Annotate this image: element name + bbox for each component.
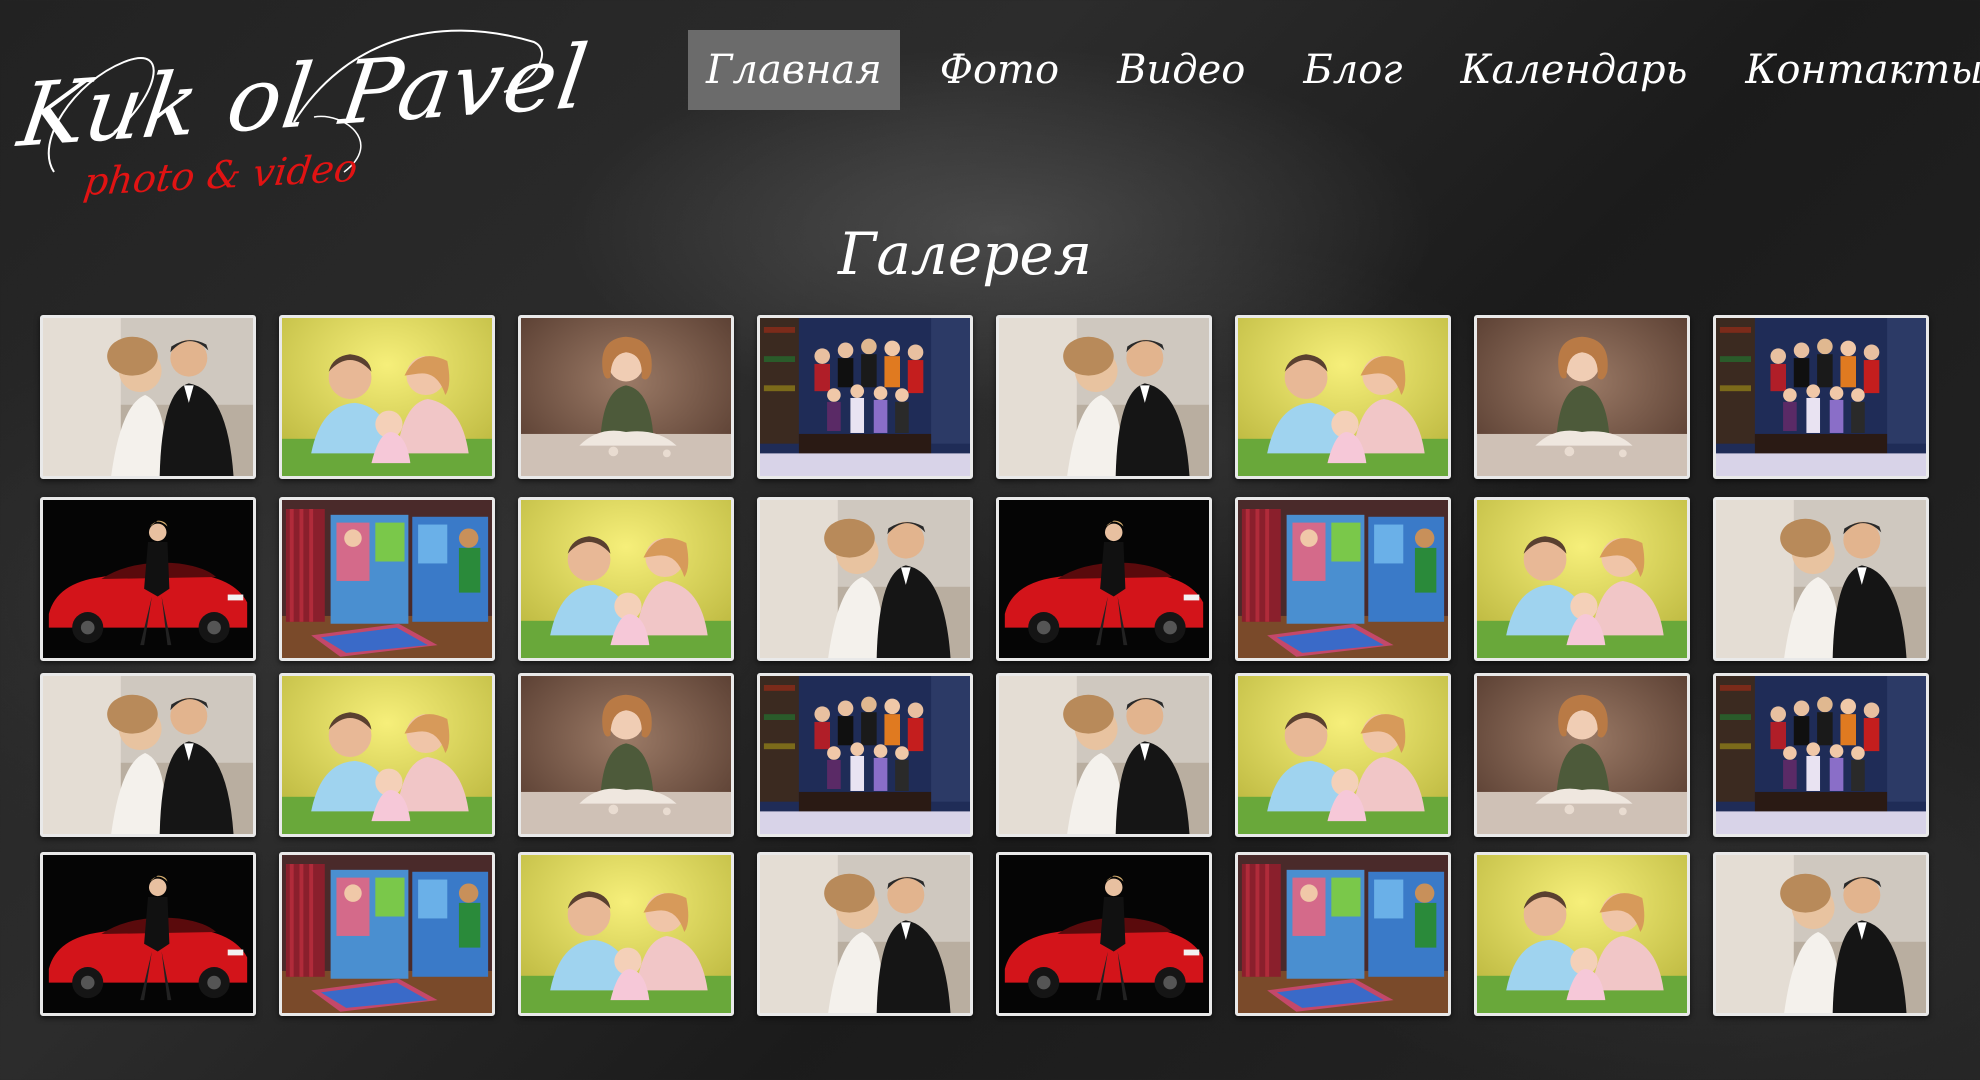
- photo-family-yellow: [282, 676, 492, 834]
- gallery-thumbnail[interactable]: [279, 497, 495, 661]
- gallery-grid: [40, 315, 1930, 1016]
- nav-item-photo[interactable]: Фото: [922, 30, 1077, 110]
- photo-red-car-woman: [43, 500, 253, 658]
- photo-photobook: [282, 855, 492, 1013]
- main-nav: Главная Фото Видео Блог Календарь Контак…: [688, 30, 1980, 110]
- gallery-thumbnail[interactable]: [1713, 673, 1929, 837]
- gallery-thumbnail[interactable]: [1235, 497, 1451, 661]
- gallery-thumbnail[interactable]: [1713, 497, 1929, 661]
- gallery-thumbnail[interactable]: [1474, 315, 1690, 479]
- gallery-thumbnail[interactable]: [1713, 315, 1929, 479]
- photo-red-car-woman: [43, 855, 253, 1013]
- gallery-thumbnail[interactable]: [1474, 852, 1690, 1016]
- photo-family-yellow: [1477, 500, 1687, 658]
- gallery-thumbnail[interactable]: [1713, 852, 1929, 1016]
- photo-family-yellow: [521, 500, 731, 658]
- gallery-thumbnail[interactable]: [518, 673, 734, 837]
- photo-photobook: [1238, 855, 1448, 1013]
- nav-item-video[interactable]: Видео: [1099, 30, 1263, 110]
- gallery-thumbnail[interactable]: [1235, 673, 1451, 837]
- photo-wedding-couple: [1716, 855, 1926, 1013]
- site-logo[interactable]: Kuk ol Pavel photo & video: [13, 22, 595, 222]
- gallery-thumbnail[interactable]: [40, 315, 256, 479]
- gallery-thumbnail[interactable]: [279, 673, 495, 837]
- gallery-thumbnail[interactable]: [996, 497, 1212, 661]
- gallery-thumbnail[interactable]: [996, 673, 1212, 837]
- gallery-thumbnail[interactable]: [1235, 852, 1451, 1016]
- photo-family-yellow: [521, 855, 731, 1013]
- photo-wedding-couple: [999, 318, 1209, 476]
- photo-wedding-couple: [1716, 500, 1926, 658]
- gallery-thumbnail[interactable]: [279, 852, 495, 1016]
- gallery-thumbnail[interactable]: [518, 315, 734, 479]
- gallery-thumbnail[interactable]: [1474, 673, 1690, 837]
- photo-girl-sitting: [521, 318, 731, 476]
- gallery-thumbnail[interactable]: [279, 315, 495, 479]
- photo-girl-sitting: [1477, 676, 1687, 834]
- photo-girl-sitting: [1477, 318, 1687, 476]
- gallery-thumbnail[interactable]: [40, 852, 256, 1016]
- photo-family-yellow: [1238, 676, 1448, 834]
- photo-wedding-couple: [760, 855, 970, 1013]
- photo-group-library: [1716, 318, 1926, 476]
- photo-wedding-couple: [43, 676, 253, 834]
- photo-family-yellow: [1477, 855, 1687, 1013]
- gallery-thumbnail[interactable]: [757, 315, 973, 479]
- gallery-thumbnail[interactable]: [996, 315, 1212, 479]
- gallery-thumbnail[interactable]: [518, 497, 734, 661]
- nav-item-blog[interactable]: Блог: [1285, 30, 1420, 110]
- photo-wedding-couple: [999, 676, 1209, 834]
- photo-group-library: [760, 318, 970, 476]
- gallery-thumbnail[interactable]: [757, 673, 973, 837]
- nav-item-contacts[interactable]: Контакты: [1727, 30, 1980, 110]
- photo-red-car-woman: [999, 500, 1209, 658]
- photo-photobook: [282, 500, 492, 658]
- gallery-thumbnail[interactable]: [996, 852, 1212, 1016]
- photo-girl-sitting: [521, 676, 731, 834]
- gallery-thumbnail[interactable]: [757, 497, 973, 661]
- photo-group-library: [1716, 676, 1926, 834]
- photo-wedding-couple: [43, 318, 253, 476]
- photo-red-car-woman: [999, 855, 1209, 1013]
- nav-item-home[interactable]: Главная: [688, 30, 900, 110]
- gallery-thumbnail[interactable]: [518, 852, 734, 1016]
- gallery-thumbnail[interactable]: [40, 497, 256, 661]
- photo-wedding-couple: [760, 500, 970, 658]
- photo-group-library: [760, 676, 970, 834]
- photo-family-yellow: [282, 318, 492, 476]
- gallery-thumbnail[interactable]: [1474, 497, 1690, 661]
- gallery-title: Галерея: [837, 220, 1093, 288]
- gallery-thumbnail[interactable]: [1235, 315, 1451, 479]
- nav-item-calendar[interactable]: Календарь: [1443, 30, 1706, 110]
- gallery-thumbnail[interactable]: [40, 673, 256, 837]
- photo-photobook: [1238, 500, 1448, 658]
- photo-family-yellow: [1238, 318, 1448, 476]
- gallery-thumbnail[interactable]: [757, 852, 973, 1016]
